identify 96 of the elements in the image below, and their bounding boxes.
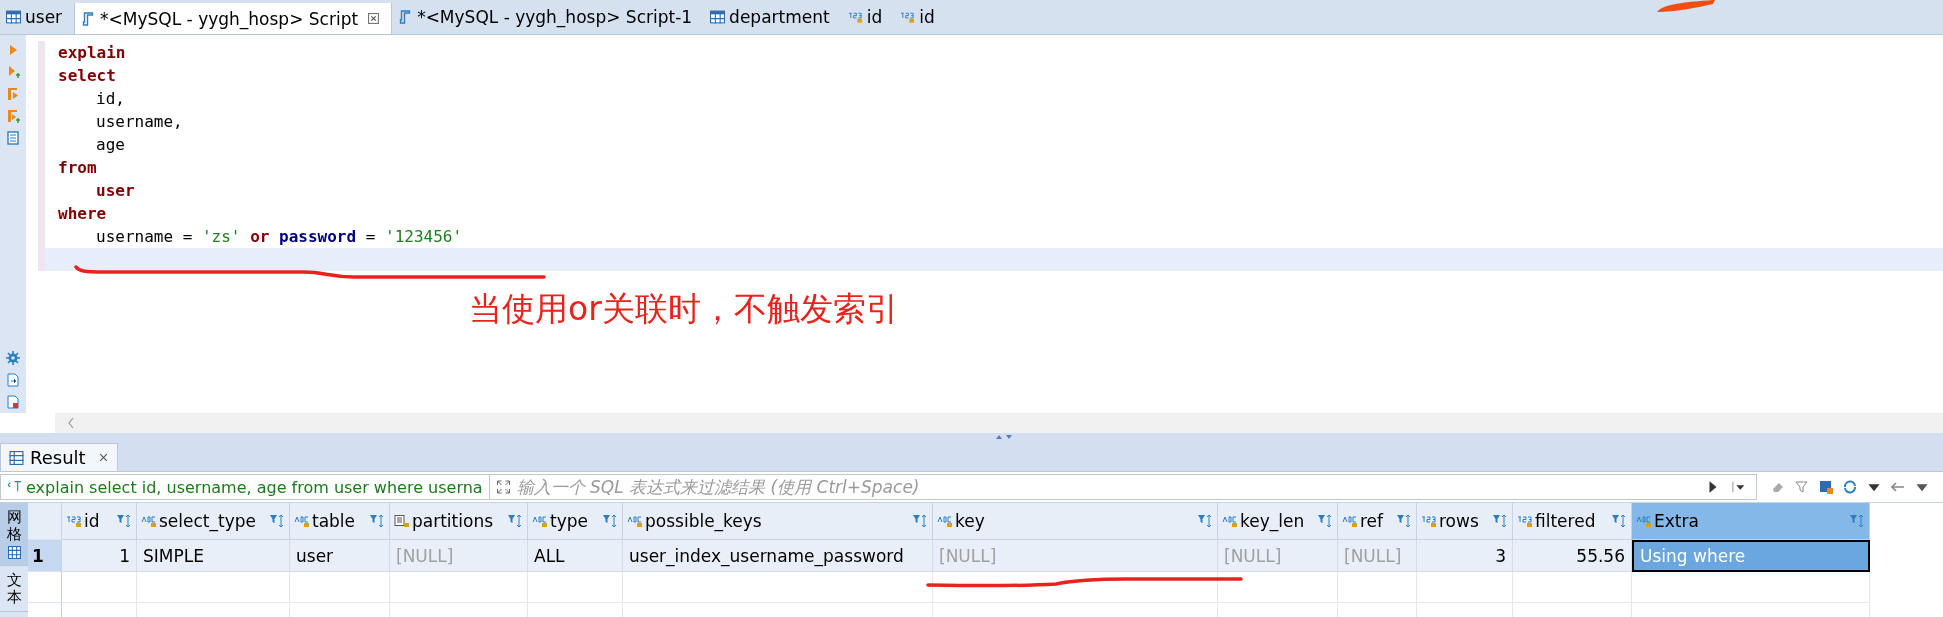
filter-sort-icon[interactable] [116,514,132,528]
close-icon[interactable] [97,452,109,463]
column-header[interactable]: table [290,503,390,540]
column-header[interactable]: rows [1417,503,1513,540]
view-tab[interactable]: 网格 [0,503,28,566]
annotation-text: 当使用or关联时，不触发索引 [469,288,899,330]
filter-sort-icon[interactable] [1396,514,1412,528]
table-cell: user_index_username_password [623,540,933,572]
filter-sort-icon[interactable] [1611,514,1627,528]
column-header[interactable]: key_len [1218,503,1338,540]
filter-sort-icon[interactable] [602,514,618,528]
code-line: id, [95,88,126,110]
code-line: explain [57,42,127,64]
execute-script-new-tab-icon[interactable] [6,109,20,123]
column-type-icon [937,515,953,527]
column-header[interactable]: key [933,503,1218,540]
filter-input[interactable]: 输入一个 SQL 表达式来过滤结果 (使用 Ctrl+Space) [514,476,1698,498]
back-arrow-icon[interactable] [1891,480,1905,494]
filter-field[interactable]: 输入一个 SQL 表达式来过滤结果 (使用 Ctrl+Space) [489,474,1757,500]
result-tab[interactable]: Result [0,443,118,471]
refresh-icon[interactable] [1843,480,1857,494]
code-line: username, [95,111,184,133]
table-cell: [NULL] [1218,540,1338,572]
code-line: age [95,134,126,156]
column-type-icon [1222,515,1238,527]
execute-new-tab-icon[interactable] [6,65,20,79]
editor-tab[interactable]: *<MySQL - yygh_hosp> Script [74,3,393,34]
filter-sort-icon[interactable] [1197,514,1213,528]
column-type-icon [294,515,310,527]
export-icon[interactable] [6,373,20,387]
editor-tab[interactable]: *<MySQL - yygh_hosp> Script-1 [392,0,705,34]
table-icon [710,10,726,24]
column-type-icon [1517,515,1533,527]
table-cell: 55.56 [1513,540,1632,572]
editor-tab[interactable]: id [841,0,895,34]
scroll-left-icon[interactable] [67,417,75,429]
editor-tab[interactable]: department [704,0,842,34]
table-cell: 1 [62,540,137,572]
column-type-icon [1421,515,1437,527]
grid-icon [7,546,21,559]
table-cell: [NULL] [1338,540,1417,572]
filter-icon[interactable] [1795,480,1809,494]
code-line: select [57,65,117,87]
column-type-icon [141,515,157,527]
editor-tab[interactable]: id [894,0,947,34]
table-cell: ALL [528,540,623,572]
table-cell: 3 [1417,540,1513,572]
row-number-cell [28,572,62,603]
column-type-icon [900,10,916,24]
execute-script-icon[interactable] [6,87,20,101]
column-header[interactable]: select_type [137,503,290,540]
table-cell: SIMPLE [137,540,290,572]
table-icon [6,10,21,24]
column-type-icon [1342,515,1358,527]
column-type-icon [532,515,548,527]
column-header[interactable]: type [528,503,623,540]
column-header[interactable]: Extra [1632,503,1870,540]
column-type-icon [627,515,643,527]
filter-sort-icon[interactable] [1492,514,1508,528]
filter-sort-icon[interactable] [507,514,523,528]
code-line: where [57,203,108,225]
dropdown-icon[interactable] [1732,480,1746,494]
filter-sort-icon[interactable] [269,514,285,528]
query-text-field[interactable]: explain select id, username, age from user where userna [0,474,490,500]
code-line: user [95,180,136,202]
grid-icon [9,450,24,465]
annotation-stroke [1655,0,1715,12]
column-type-icon [847,10,863,24]
table-cell: user [290,540,390,572]
column-header[interactable]: possible_keys [623,503,933,540]
settings-icon[interactable] [6,351,20,365]
filter-sort-icon[interactable] [912,514,928,528]
query-icon [7,480,22,494]
expand-icon[interactable] [495,480,511,494]
column-type-icon [394,515,410,527]
filter-sort-icon[interactable] [1317,514,1333,528]
column-header[interactable]: filtered [1513,503,1632,540]
column-header[interactable]: id [62,503,137,540]
column-type-icon [66,515,82,527]
editor-tab[interactable]: user [0,0,75,34]
table-cell: Using where [1632,540,1870,572]
document-icon[interactable] [6,395,20,409]
filter-sort-icon[interactable] [369,514,385,528]
row-number[interactable]: 1 [28,540,62,572]
table-cell: [NULL] [390,540,528,572]
column-header[interactable]: ref [1338,503,1417,540]
code-line: username = 'zs' or password = '123456' [95,226,464,248]
close-icon[interactable] [368,13,380,24]
filter-settings-icon[interactable] [1819,480,1833,494]
explain-plan-icon[interactable] [6,131,20,145]
table-cell: [NULL] [933,540,1218,572]
code-line: from [57,157,98,179]
column-type-icon [1636,515,1652,527]
filter-sort-icon[interactable] [1849,514,1865,528]
column-header[interactable]: partitions [390,503,528,540]
eraser-icon[interactable] [1771,480,1785,494]
